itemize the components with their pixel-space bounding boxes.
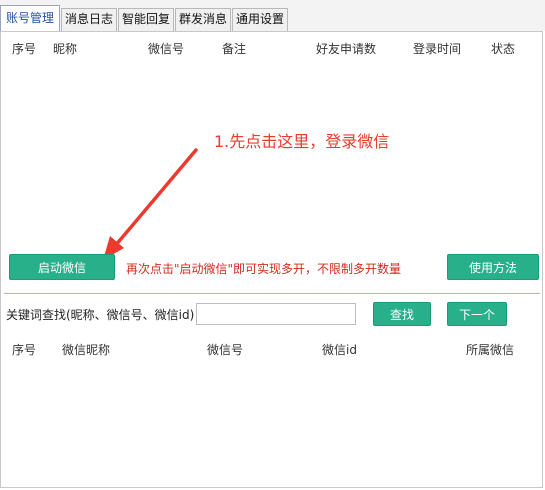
column-header-wechat-uid[interactable]: 微信id	[322, 338, 357, 362]
column-header-owner-wechat[interactable]: 所属微信	[466, 338, 514, 362]
launch-wechat-button[interactable]: 启动微信	[9, 254, 115, 280]
search-label: 关键词查找(昵称、微信号、微信id)	[6, 308, 195, 322]
column-header-wechat-nickname[interactable]: 微信昵称	[62, 338, 110, 362]
column-header-wechat-id[interactable]: 微信号	[207, 338, 243, 362]
column-header-index[interactable]: 序号	[12, 338, 36, 362]
next-result-button[interactable]: 下一个	[447, 302, 507, 326]
search-input[interactable]	[196, 303, 356, 325]
pointer-arrow-icon	[103, 148, 198, 260]
section-divider	[4, 293, 540, 294]
search-button[interactable]: 查找	[373, 302, 431, 326]
usage-guide-button[interactable]: 使用方法	[447, 254, 539, 280]
multi-instance-hint: 再次点击"启动微信"即可实现多开，不限制多开数量	[126, 262, 402, 276]
